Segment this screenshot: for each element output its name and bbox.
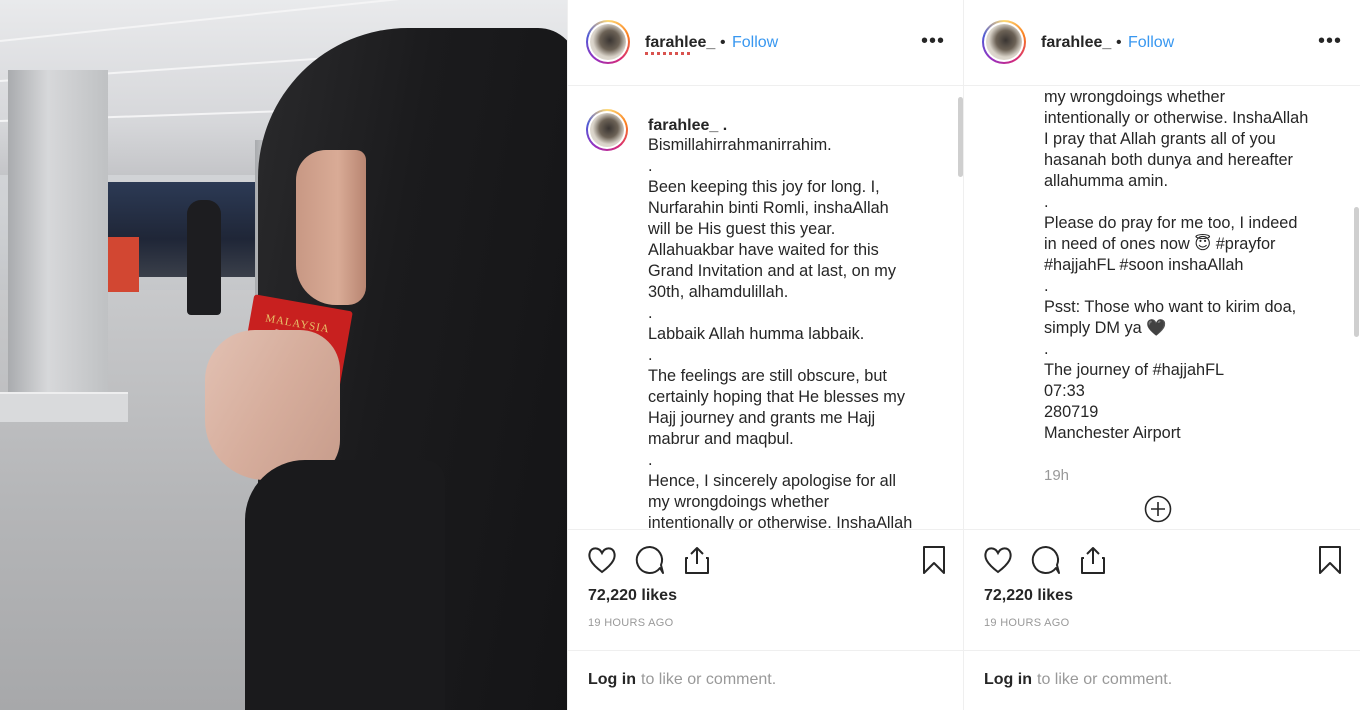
- follow-button[interactable]: Follow: [732, 34, 778, 52]
- login-prompt: to like or comment.: [1037, 671, 1173, 688]
- post-photo: MALAYSIA: [0, 0, 567, 710]
- caption-text: Bismillahirrahmanirrahim. . Been keeping…: [648, 136, 913, 529]
- sleeve: [245, 460, 445, 710]
- follow-button[interactable]: Follow: [1128, 34, 1174, 52]
- login-prompt: to like or comment.: [641, 671, 777, 688]
- spellcheck-underline: [645, 52, 691, 55]
- caption-area[interactable]: farahlee_ . Bismillahirrahmanirrahim. . …: [568, 87, 963, 529]
- pillar-base: [0, 392, 128, 422]
- face: [296, 150, 366, 305]
- login-link[interactable]: Log in: [984, 671, 1032, 689]
- heart-icon[interactable]: [982, 544, 1014, 576]
- post-timestamp: 19 HOURS AGO: [984, 617, 1070, 629]
- pillar: [8, 70, 108, 400]
- separator-dot: •: [720, 34, 726, 51]
- likes-count[interactable]: 72,220 likes: [588, 587, 677, 605]
- login-bar: Log in to like or comment.: [568, 650, 963, 710]
- post-panel-right: farahlee_ • Follow ••• my wrongdoings wh…: [963, 0, 1360, 710]
- share-icon[interactable]: [681, 544, 713, 576]
- post-header: farahlee_ • Follow •••: [964, 0, 1360, 86]
- share-icon[interactable]: [1077, 544, 1109, 576]
- login-bar: Log in to like or comment.: [964, 650, 1360, 710]
- username-link[interactable]: farahlee_: [645, 34, 715, 52]
- more-options-icon[interactable]: •••: [921, 30, 945, 53]
- comment-icon[interactable]: [1030, 544, 1062, 576]
- action-bar: [964, 529, 1360, 587]
- caption-username[interactable]: farahlee_ .: [648, 117, 727, 135]
- username-link[interactable]: farahlee_: [1041, 34, 1111, 52]
- comment-icon[interactable]: [634, 544, 666, 576]
- heart-icon[interactable]: [586, 544, 618, 576]
- red-sign: [107, 237, 139, 292]
- background-person: [187, 200, 221, 315]
- hand: [205, 330, 340, 480]
- caption-area[interactable]: my wrongdoings whether intentionally or …: [964, 87, 1360, 529]
- action-bar: [568, 529, 963, 587]
- more-options-icon[interactable]: •••: [1318, 30, 1342, 53]
- relative-timestamp: 19h: [1044, 467, 1070, 484]
- bookmark-icon[interactable]: [1314, 544, 1346, 576]
- scrollbar[interactable]: [1354, 207, 1359, 337]
- post-timestamp: 19 HOURS AGO: [588, 617, 674, 629]
- post-header: farahlee_ • Follow •••: [568, 0, 963, 86]
- likes-count[interactable]: 72,220 likes: [984, 587, 1073, 605]
- caption-avatar[interactable]: [586, 109, 628, 151]
- login-link[interactable]: Log in: [588, 671, 636, 689]
- avatar[interactable]: [586, 20, 630, 64]
- add-comment-icon[interactable]: [1144, 495, 1172, 523]
- separator-dot: •: [1116, 34, 1122, 51]
- bookmark-icon[interactable]: [918, 544, 950, 576]
- avatar[interactable]: [982, 20, 1026, 64]
- caption-text: my wrongdoings whether intentionally or …: [1044, 88, 1309, 442]
- post-panel-left: farahlee_ • Follow ••• farahlee_ . Bismi…: [567, 0, 963, 710]
